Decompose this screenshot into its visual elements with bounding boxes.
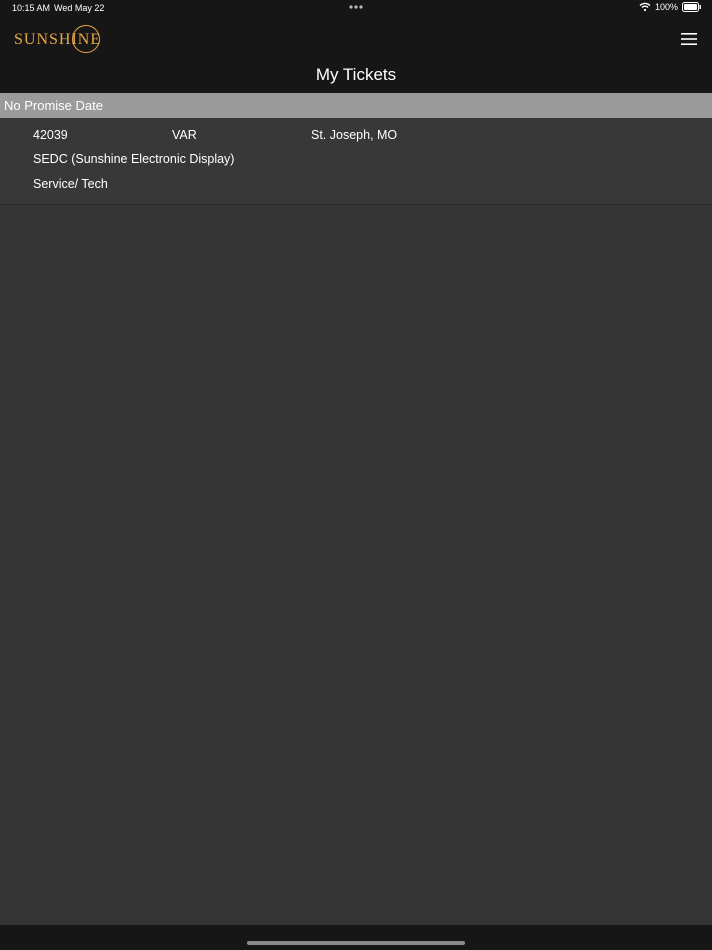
status-bar: 10:15 AM Wed May 22 100% bbox=[0, 0, 712, 17]
ticket-row[interactable]: 42039 VAR St. Joseph, MO SEDC (Sunshine … bbox=[0, 118, 712, 205]
hamburger-menu-icon[interactable] bbox=[678, 29, 700, 49]
ticket-customer: SEDC (Sunshine Electronic Display) bbox=[33, 152, 235, 166]
logo-ring bbox=[72, 25, 100, 53]
home-indicator[interactable] bbox=[247, 941, 465, 945]
wifi-icon bbox=[639, 2, 651, 12]
ticket-number: 42039 bbox=[33, 128, 68, 142]
status-date: Wed May 22 bbox=[54, 3, 105, 13]
battery-percent: 100% bbox=[654, 2, 678, 12]
battery-icon bbox=[682, 2, 701, 12]
ticket-type: VAR bbox=[172, 128, 197, 142]
more-dots-icon[interactable] bbox=[348, 2, 364, 12]
app-header: SUNSHINE My Tickets bbox=[0, 17, 712, 93]
status-indicators: 100% bbox=[639, 2, 702, 12]
sunshine-logo: SUNSHINE bbox=[12, 23, 104, 55]
ticket-location: St. Joseph, MO bbox=[311, 128, 398, 142]
status-time: 10:15 AM bbox=[12, 3, 51, 13]
bottom-bar bbox=[0, 925, 712, 950]
ticket-category: Service/ Tech bbox=[33, 177, 108, 191]
page-title: My Tickets bbox=[315, 65, 397, 84]
section-header-no-promise-date: No Promise Date bbox=[0, 93, 712, 118]
